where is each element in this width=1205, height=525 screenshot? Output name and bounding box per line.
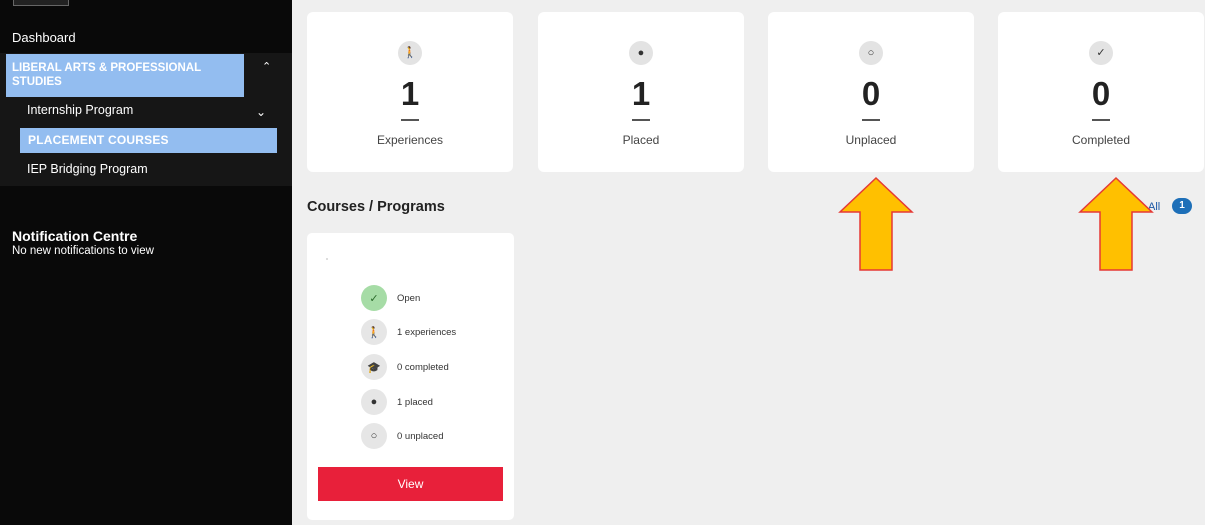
course-unplaced-row: ○ 0 unplaced <box>361 423 443 449</box>
stat-value: 0 <box>861 75 881 112</box>
stat-divider <box>1092 119 1110 121</box>
course-placed-row: ● 1 placed <box>361 389 433 415</box>
sidebar-item-placement-courses[interactable]: PLACEMENT COURSES <box>20 128 277 153</box>
course-row-label: 0 unplaced <box>397 430 444 442</box>
course-row-label: 0 completed <box>397 361 449 373</box>
chevron-up-icon[interactable]: ⌃ <box>262 60 271 73</box>
top-tab[interactable] <box>13 0 69 6</box>
sidebar-group-liberal-arts[interactable]: LIBERAL ARTS & PROFESSIONAL STUDIES <box>6 54 244 97</box>
walking-person-icon: 🚶 <box>361 319 387 345</box>
notification-centre-text: No new notifications to view <box>12 245 154 257</box>
stat-label: Completed <box>1071 133 1131 147</box>
course-status-row: ✓ Open <box>361 285 420 311</box>
stat-card-completed[interactable]: ✓ 0 Completed <box>998 12 1204 172</box>
person-icon: ● <box>629 41 653 65</box>
sidebar-item-internship-program[interactable]: Internship Program <box>27 103 133 117</box>
up-arrow-icon <box>838 176 914 271</box>
graduation-cap-icon: 🎓 <box>361 354 387 380</box>
sidebar-item-dashboard[interactable]: Dashboard <box>12 30 76 45</box>
course-row-label: 1 experiences <box>397 326 457 338</box>
chevron-down-icon[interactable]: ⌄ <box>256 105 266 119</box>
check-icon: ✓ <box>1089 41 1113 65</box>
stat-label: Experiences <box>376 133 444 147</box>
stat-card-placed[interactable]: ● 1 Placed <box>538 12 744 172</box>
walking-person-icon: 🚶 <box>398 41 422 65</box>
stat-card-experiences[interactable]: 🚶 1 Experiences <box>307 12 513 172</box>
card-dot <box>326 258 328 260</box>
view-button[interactable]: View <box>318 467 503 501</box>
stat-divider <box>862 119 880 121</box>
stat-card-unplaced[interactable]: ○ 0 Unplaced <box>768 12 974 172</box>
stat-label: Placed <box>622 133 660 147</box>
course-row-label: 1 placed <box>397 396 433 408</box>
person-outline-icon: ○ <box>859 41 883 65</box>
person-icon: ● <box>361 389 387 415</box>
check-icon: ✓ <box>361 285 387 311</box>
up-arrow-icon <box>1078 176 1154 271</box>
course-experiences-row: 🚶 1 experiences <box>361 319 456 345</box>
sidebar: Dashboard LIBERAL ARTS & PROFESSIONAL ST… <box>0 0 292 525</box>
all-count-badge: 1 <box>1172 198 1192 214</box>
stat-label: Unplaced <box>845 133 897 147</box>
notification-centre-title: Notification Centre <box>12 228 138 244</box>
stat-divider <box>401 119 419 121</box>
course-completed-row: 🎓 0 completed <box>361 354 449 380</box>
course-row-label: Open <box>397 292 421 304</box>
person-outline-icon: ○ <box>361 423 387 449</box>
sidebar-item-iep-bridging-program[interactable]: IEP Bridging Program <box>27 162 148 176</box>
courses-programs-title: Courses / Programs <box>307 199 445 215</box>
stat-value: 1 <box>400 75 420 112</box>
stat-value: 1 <box>631 75 651 112</box>
stat-divider <box>632 119 650 121</box>
course-card[interactable]: ✓ Open 🚶 1 experiences 🎓 0 completed ● 1… <box>307 233 514 520</box>
stat-value: 0 <box>1091 75 1111 112</box>
